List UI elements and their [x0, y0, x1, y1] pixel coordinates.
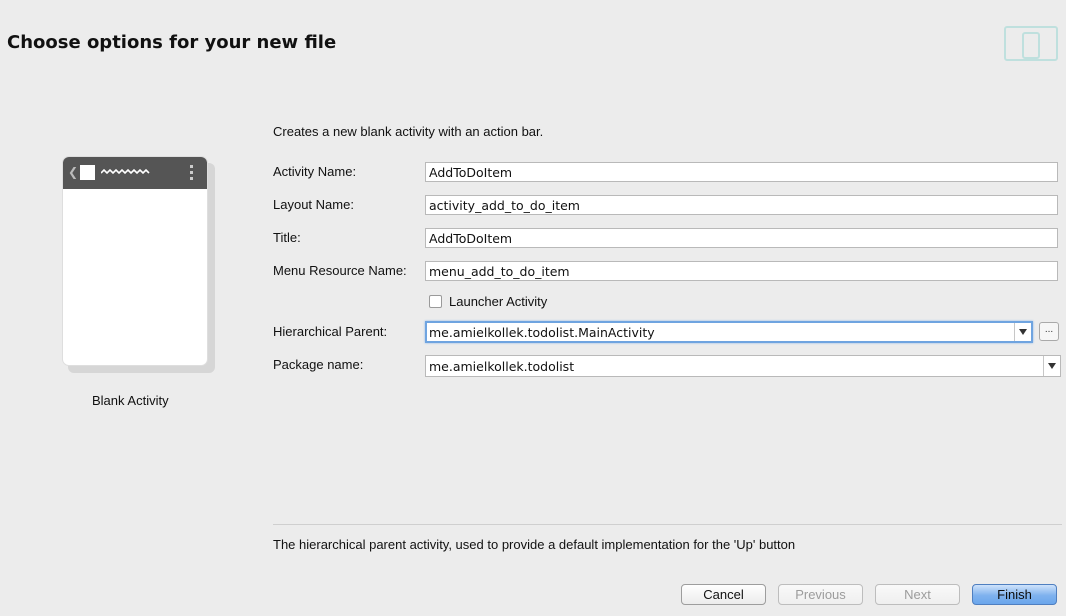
- menu-resource-name-field[interactable]: menu_add_to_do_item: [425, 261, 1058, 281]
- title-placeholder-icon: [101, 168, 150, 175]
- template-label: Blank Activity: [92, 393, 169, 408]
- template-description: Creates a new blank activity with an act…: [273, 124, 544, 139]
- layout-name-label: Layout Name:: [273, 197, 354, 212]
- action-bar: ❮: [63, 157, 207, 189]
- chevron-down-icon[interactable]: [1043, 356, 1060, 376]
- finish-button[interactable]: Finish: [972, 584, 1057, 605]
- browse-parent-button[interactable]: ...: [1039, 322, 1059, 341]
- overflow-menu-icon: [190, 165, 194, 183]
- launcher-activity-checkbox[interactable]: [429, 295, 442, 308]
- cancel-button[interactable]: Cancel: [681, 584, 766, 605]
- hierarchical-parent-value: me.amielkollek.todolist.MainActivity: [429, 325, 655, 340]
- package-name-value: me.amielkollek.todolist: [429, 359, 575, 374]
- package-name-label: Package name:: [273, 357, 364, 372]
- chevron-down-icon[interactable]: [1014, 323, 1031, 341]
- hierarchical-parent-label: Hierarchical Parent:: [273, 324, 388, 339]
- package-name-combo[interactable]: me.amielkollek.todolist: [425, 355, 1061, 377]
- next-button[interactable]: Next: [875, 584, 960, 605]
- activity-name-label: Activity Name:: [273, 164, 357, 179]
- device-layout-icon: [1004, 26, 1058, 61]
- blank-activity-preview: ❮: [63, 157, 207, 365]
- divider: [273, 524, 1062, 525]
- activity-name-field[interactable]: AddToDoItem: [425, 162, 1058, 182]
- previous-button[interactable]: Previous: [778, 584, 863, 605]
- back-arrow-icon: ❮: [68, 165, 79, 179]
- menu-resource-name-label: Menu Resource Name:: [273, 263, 407, 278]
- help-text: The hierarchical parent activity, used t…: [273, 537, 796, 552]
- layout-name-field[interactable]: activity_add_to_do_item: [425, 195, 1058, 215]
- app-icon: [80, 165, 95, 180]
- dialog-title: Choose options for your new file: [7, 32, 337, 53]
- launcher-activity-label[interactable]: Launcher Activity: [449, 294, 547, 309]
- hierarchical-parent-combo[interactable]: me.amielkollek.todolist.MainActivity: [425, 321, 1033, 343]
- title-label: Title:: [273, 230, 301, 245]
- title-field[interactable]: AddToDoItem: [425, 228, 1058, 248]
